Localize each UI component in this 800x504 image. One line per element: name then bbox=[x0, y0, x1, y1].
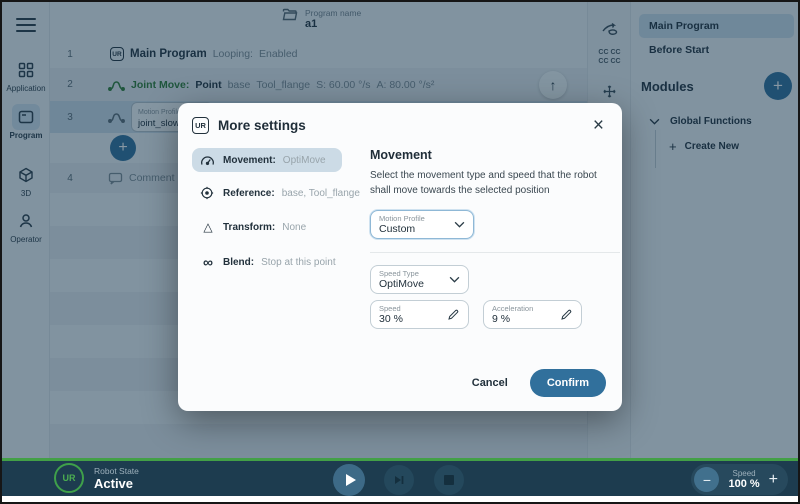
chevron-down-icon bbox=[449, 276, 460, 283]
nav-item-transform[interactable]: △ Transform: None bbox=[192, 214, 342, 240]
app-window: Application Program 3D Operator bbox=[0, 0, 800, 504]
speed-label: Speed bbox=[379, 304, 447, 313]
nav-value: Stop at this point bbox=[261, 257, 336, 268]
motion-profile-select[interactable]: Motion Profile Custom bbox=[370, 210, 474, 239]
nav-value: None bbox=[282, 222, 306, 233]
motion-profile-label: Motion Profile bbox=[379, 214, 454, 223]
speed-value: 30 % bbox=[379, 313, 447, 325]
robot-state-button[interactable]: UR Robot State Active bbox=[54, 463, 139, 493]
pencil-icon[interactable] bbox=[560, 308, 573, 321]
speed-type-label: Speed Type bbox=[379, 269, 449, 278]
step-icon bbox=[393, 474, 405, 486]
speed-slider-label: Speed bbox=[728, 469, 759, 478]
nav-item-movement[interactable]: Movement: OptiMove bbox=[192, 148, 342, 172]
robot-state-label: Robot State bbox=[94, 466, 139, 476]
speed-slider-value: 100 % bbox=[728, 478, 759, 490]
close-icon[interactable]: × bbox=[589, 119, 608, 133]
nav-label: Reference: bbox=[223, 188, 275, 199]
speed-type-select[interactable]: Speed Type OptiMove bbox=[370, 265, 469, 294]
ur-ring-logo-icon: UR bbox=[54, 463, 84, 493]
speed-input[interactable]: Speed 30 % bbox=[370, 300, 469, 329]
dialog-title: More settings bbox=[218, 118, 306, 133]
chevron-down-icon bbox=[454, 221, 465, 228]
settings-content: Movement Select the movement type and sp… bbox=[370, 148, 620, 329]
robot-state-value: Active bbox=[94, 476, 139, 491]
nav-label: Blend: bbox=[223, 257, 254, 268]
content-heading: Movement bbox=[370, 148, 620, 162]
control-bar: UR Robot State Active − Speed 100 % + bbox=[2, 458, 798, 496]
nav-item-blend[interactable]: ∞ Blend: Stop at this point bbox=[192, 248, 342, 276]
ur-logo-icon: UR bbox=[192, 117, 209, 134]
content-description: Select the movement type and speed that … bbox=[370, 169, 620, 198]
minus-icon: − bbox=[703, 472, 711, 488]
speed-decrease-button[interactable]: − bbox=[694, 467, 719, 492]
confirm-button[interactable]: Confirm bbox=[530, 369, 606, 397]
acceleration-input[interactable]: Acceleration 9 % bbox=[483, 300, 582, 329]
stop-button[interactable] bbox=[434, 465, 464, 495]
speed-increase-button[interactable]: + bbox=[769, 471, 778, 489]
infinity-icon: ∞ bbox=[200, 254, 216, 270]
speed-type-value: OptiMove bbox=[379, 278, 449, 290]
motion-profile-value: Custom bbox=[379, 223, 454, 235]
target-icon bbox=[200, 186, 216, 200]
stop-icon bbox=[444, 475, 454, 485]
play-icon bbox=[346, 474, 356, 486]
acceleration-value: 9 % bbox=[492, 313, 560, 325]
plus-icon: + bbox=[769, 471, 778, 488]
nav-value: base, Tool_flange bbox=[282, 188, 360, 199]
nav-item-reference[interactable]: Reference: base, Tool_flange bbox=[192, 180, 342, 206]
nav-label: Transform: bbox=[223, 222, 275, 233]
dialog-header: UR More settings × bbox=[192, 117, 608, 134]
pencil-icon[interactable] bbox=[447, 308, 460, 321]
step-button[interactable] bbox=[384, 465, 414, 495]
speed-control: − Speed 100 % + bbox=[691, 464, 788, 495]
play-button[interactable] bbox=[333, 464, 365, 496]
gauge-icon bbox=[200, 154, 216, 166]
more-settings-dialog: UR More settings × Movement: OptiMove Re… bbox=[178, 103, 622, 411]
section-divider bbox=[370, 252, 620, 253]
triangle-icon: △ bbox=[200, 220, 216, 234]
acceleration-label: Acceleration bbox=[492, 304, 560, 313]
nav-value: OptiMove bbox=[283, 155, 326, 166]
nav-label: Movement: bbox=[223, 155, 276, 166]
cancel-button[interactable]: Cancel bbox=[472, 377, 508, 389]
settings-nav: Movement: OptiMove Reference: base, Tool… bbox=[192, 148, 342, 329]
